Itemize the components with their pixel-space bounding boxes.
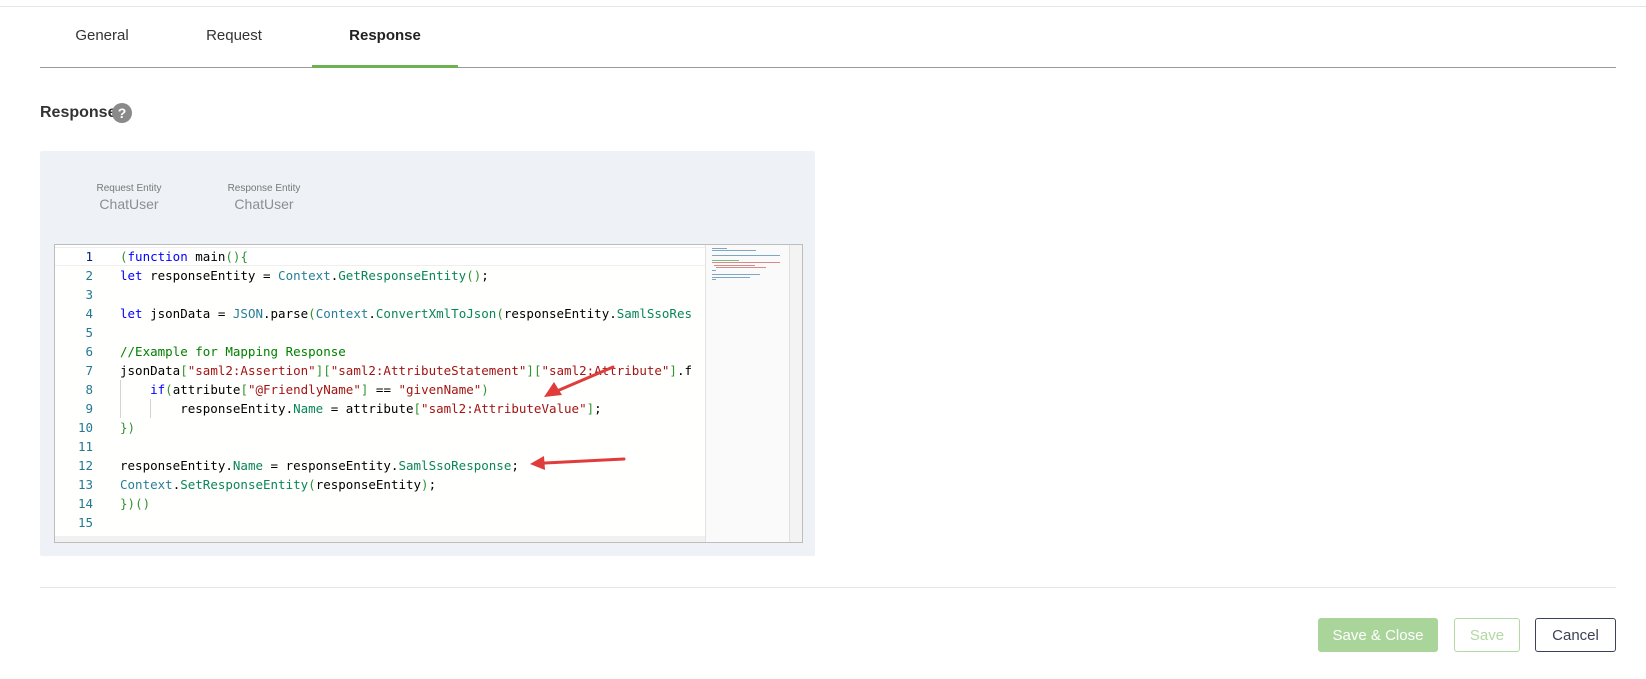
editor-minimap[interactable] — [705, 245, 791, 542]
section-title: Response — [40, 104, 117, 121]
code-text: let jsonData = JSON.parse(Context.Conver… — [120, 306, 693, 321]
minimap-line — [712, 262, 781, 264]
response-entity-info: Response Entity ChatUser — [206, 183, 322, 212]
line-number: 11 — [77, 439, 93, 454]
response-entity-label: Response Entity — [227, 183, 301, 194]
line-number: 6 — [85, 344, 93, 359]
annotation-arrow-2 — [530, 456, 626, 470]
code-line[interactable]: 1 (function main(){ — [55, 247, 705, 266]
annotation-arrow-1 — [544, 365, 615, 397]
code-text: Context.SetResponseEntity(responseEntity… — [120, 477, 437, 492]
line-number: 9 — [85, 401, 93, 416]
code-text: if(attribute["@FriendlyName"] == "givenN… — [150, 382, 489, 397]
indent-guide — [120, 380, 121, 399]
script-panel: Request Entity ChatUser Response Entity … — [40, 151, 815, 556]
help-icon[interactable]: ? — [112, 103, 132, 123]
line-number: 8 — [85, 382, 93, 397]
line-number: 4 — [85, 306, 93, 321]
code-text: let responseEntity = Context.GetResponse… — [120, 268, 489, 283]
editor-horizontal-scrollbar[interactable] — [55, 536, 705, 542]
code-text: //Example for Mapping Response — [120, 344, 346, 359]
response-entity-value: ChatUser — [234, 196, 294, 212]
line-number: 5 — [85, 325, 93, 340]
code-line[interactable]: 4 let jsonData = JSON.parse(Context.Conve… — [55, 304, 705, 323]
indent-guide — [150, 399, 151, 418]
line-number: 15 — [77, 515, 93, 530]
code-line[interactable]: 9 responseEntity.Name = attribute["saml2… — [55, 399, 705, 418]
tab-request[interactable]: Request — [172, 7, 296, 67]
line-number: 1 — [85, 249, 93, 264]
request-entity-label: Request Entity — [96, 183, 162, 194]
editor-vertical-scrollbar[interactable] — [789, 245, 802, 542]
cancel-button[interactable]: Cancel — [1535, 618, 1616, 652]
line-number: 3 — [85, 287, 93, 302]
line-number: 10 — [77, 420, 93, 435]
line-number: 7 — [85, 363, 93, 378]
line-number: 12 — [77, 458, 93, 473]
tab-general[interactable]: General — [40, 7, 164, 67]
minimap-line — [716, 267, 767, 269]
minimap-line — [714, 264, 755, 266]
request-entity-value: ChatUser — [99, 196, 159, 212]
minimap-line — [712, 274, 760, 276]
save-and-close-button[interactable]: Save & Close — [1318, 618, 1438, 652]
code-text: responseEntity.Name = attribute["saml2:A… — [120, 401, 602, 416]
request-entity-info: Request Entity ChatUser — [74, 183, 184, 212]
minimap-line — [712, 269, 716, 271]
code-line[interactable]: 2 let responseEntity = Context.GetRespons… — [55, 266, 705, 285]
code-text: }) — [120, 420, 136, 435]
code-line[interactable]: 14 })() — [55, 494, 705, 513]
minimap-line — [712, 260, 739, 261]
code-text: })() — [120, 496, 151, 511]
code-editor[interactable]: 1 (function main(){ 2 let responseEntity = … — [54, 244, 803, 543]
code-text: (function main(){ — [120, 249, 248, 264]
minimap-line — [712, 248, 728, 249]
minimap-line — [712, 279, 716, 281]
indent-guide — [120, 399, 121, 418]
line-number: 13 — [77, 477, 93, 492]
tab-response[interactable]: Response — [312, 7, 458, 68]
code-line[interactable]: 15 — [55, 513, 705, 532]
save-button[interactable]: Save — [1454, 618, 1520, 652]
code-line[interactable]: 10}) — [55, 418, 705, 437]
code-line[interactable]: 6 //Example for Mapping Response — [55, 342, 705, 361]
line-number: 14 — [77, 496, 93, 511]
tab-bar: General Request Response — [40, 7, 1616, 68]
minimap-line — [712, 250, 757, 252]
code-line[interactable]: 3 — [55, 285, 705, 304]
minimap-line — [712, 255, 781, 257]
footer-divider — [40, 587, 1616, 588]
line-number: 2 — [85, 268, 93, 283]
code-text: responseEntity.Name = responseEntity.Sam… — [120, 458, 519, 473]
code-line[interactable]: 13 Context.SetResponseEntity(responseEnti… — [55, 475, 705, 494]
code-line[interactable]: 5 — [55, 323, 705, 342]
minimap-line — [712, 276, 750, 278]
